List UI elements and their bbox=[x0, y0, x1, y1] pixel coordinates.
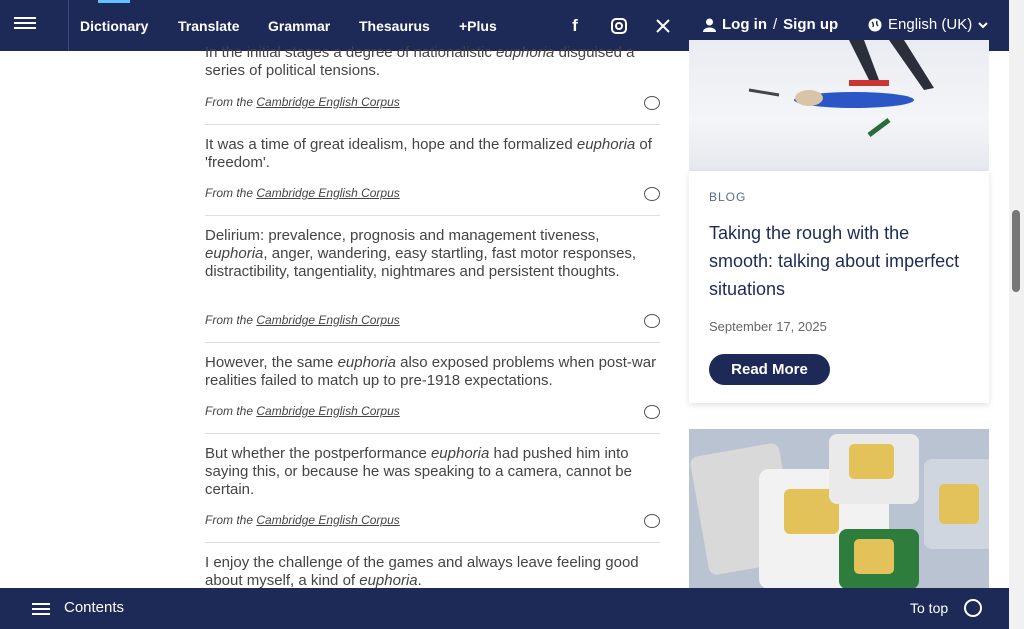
divider bbox=[205, 342, 660, 343]
example-keyword: euphoria bbox=[496, 44, 555, 61]
source-prefix: From the bbox=[205, 404, 254, 418]
example-text: I enjoy the challenge of the games and a… bbox=[205, 554, 639, 589]
language-selector[interactable]: English (UK) bbox=[868, 16, 988, 33]
read-more-button[interactable]: Read More bbox=[709, 354, 830, 385]
contents-list-icon[interactable] bbox=[32, 600, 50, 615]
active-tab-indicator bbox=[98, 0, 130, 3]
source-prefix: From the bbox=[205, 313, 254, 327]
example-keyword: euphoria bbox=[430, 445, 490, 462]
login-slash: / bbox=[773, 16, 778, 33]
comment-icon[interactable] bbox=[644, 96, 660, 110]
comment-icon[interactable] bbox=[644, 405, 660, 419]
example-text: It was a time of great idealism, hope an… bbox=[205, 136, 577, 153]
sim-cards-photo[interactable] bbox=[689, 429, 989, 589]
example-keyword: euphoria bbox=[337, 354, 396, 371]
example-keyword: euphoria bbox=[205, 245, 264, 262]
divider bbox=[205, 124, 660, 125]
nav-plus-label: +Plus bbox=[459, 17, 497, 34]
nav-dictionary-label: Dictionary bbox=[80, 17, 149, 34]
arrow-up-icon[interactable] bbox=[964, 599, 982, 617]
scrollbar-thumb[interactable] bbox=[1012, 210, 1020, 292]
example-sentence: It was a time of great idealism, hope an… bbox=[205, 136, 660, 172]
example-sentence: In the initial stages a degree of nation… bbox=[205, 44, 660, 80]
comment-icon[interactable] bbox=[644, 187, 660, 201]
nav-grammar-label: Grammar bbox=[268, 17, 331, 34]
example-source: From the Cambridge English Corpus bbox=[205, 313, 400, 327]
example-text: But whether the postperformance bbox=[205, 445, 431, 462]
x-twitter-icon[interactable] bbox=[645, 13, 681, 39]
blog-label: BLOG bbox=[709, 190, 747, 204]
blog-card: BLOG Taking the rough with the smooth: t… bbox=[689, 171, 989, 403]
example-sentence: Delirium: prevalence, prognosis and mana… bbox=[205, 227, 660, 281]
example-sentence: But whether the postperformance euphoria… bbox=[205, 445, 660, 499]
bottom-bar: Contents To top bbox=[0, 588, 1009, 629]
login-area: Log in / Sign up bbox=[703, 16, 838, 33]
example-sentence: However, the same euphoria also exposed … bbox=[205, 354, 660, 390]
example-text: However, the same bbox=[205, 354, 338, 371]
example-keyword: euphoria bbox=[576, 136, 636, 153]
user-icon bbox=[703, 18, 716, 32]
example-text: . bbox=[417, 572, 422, 589]
instagram-icon[interactable] bbox=[601, 13, 637, 39]
source-link[interactable]: Cambridge English Corpus bbox=[256, 313, 399, 327]
nav-divider bbox=[68, 0, 69, 51]
source-prefix: From the bbox=[205, 513, 254, 527]
source-link[interactable]: Cambridge English Corpus bbox=[256, 513, 399, 527]
example-keyword: euphoria bbox=[359, 572, 418, 589]
blog-date: September 17, 2025 bbox=[709, 319, 827, 334]
nav-translate-label: Translate bbox=[178, 17, 240, 34]
example-source: From the Cambridge English Corpus bbox=[205, 95, 400, 109]
source-link[interactable]: Cambridge English Corpus bbox=[256, 404, 399, 418]
comment-icon[interactable] bbox=[644, 314, 660, 328]
facebook-icon[interactable]: f bbox=[557, 13, 593, 39]
divider bbox=[205, 542, 660, 543]
blog-title-link[interactable]: Taking the rough with the smooth: talkin… bbox=[709, 219, 969, 303]
contents-button[interactable]: Contents bbox=[64, 599, 124, 616]
divider bbox=[205, 433, 660, 434]
source-prefix: From the bbox=[205, 95, 254, 109]
example-source: From the Cambridge English Corpus bbox=[205, 513, 400, 527]
globe-icon bbox=[868, 18, 882, 31]
signup-link[interactable]: Sign up bbox=[783, 16, 838, 33]
example-text: , anger, wandering, easy startling, fast… bbox=[205, 245, 637, 280]
comment-icon[interactable] bbox=[644, 514, 660, 528]
login-link[interactable]: Log in bbox=[722, 16, 767, 33]
example-source: From the Cambridge English Corpus bbox=[205, 404, 400, 418]
source-prefix: From the bbox=[205, 186, 254, 200]
menu-icon[interactable] bbox=[14, 14, 36, 32]
source-link[interactable]: Cambridge English Corpus bbox=[256, 95, 399, 109]
to-top-button[interactable]: To top bbox=[910, 600, 948, 616]
chevron-down-icon bbox=[978, 21, 988, 28]
source-link[interactable]: Cambridge English Corpus bbox=[256, 186, 399, 200]
example-text: Delirium: prevalence, prognosis and mana… bbox=[205, 227, 600, 244]
nav-thesaurus-label: Thesaurus bbox=[359, 17, 430, 34]
example-sentence: I enjoy the challenge of the games and a… bbox=[205, 554, 660, 590]
skiing-photo[interactable] bbox=[689, 40, 989, 171]
language-label: English (UK) bbox=[888, 16, 973, 33]
example-text: In the initial stages a degree of nation… bbox=[205, 44, 497, 61]
divider bbox=[205, 215, 660, 216]
scrollbar[interactable] bbox=[1009, 0, 1024, 629]
nav-dictionary[interactable]: Dictionary bbox=[80, 0, 148, 51]
example-source: From the Cambridge English Corpus bbox=[205, 186, 400, 200]
